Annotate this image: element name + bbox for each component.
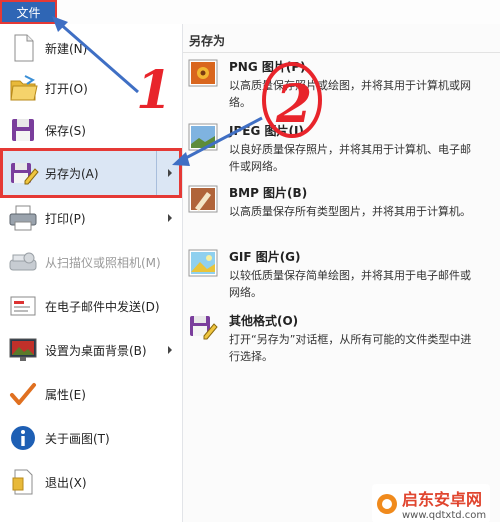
menu-item-properties[interactable]: 属性(E) [0, 372, 182, 416]
menu-item-scanner: 从扫描仪或照相机(M) [0, 240, 182, 284]
menu-item-label: 另存为(A) [45, 166, 99, 181]
submenu-item-gif[interactable]: GIF 图片(G) 以较低质量保存简单绘图，并将其用于电子邮件或网络。 [187, 248, 487, 302]
menu-item-label: 在电子邮件中发送(D) [45, 299, 160, 314]
menu-item-label: 从扫描仪或照相机(M) [45, 255, 161, 270]
save-as-submenu: 另存为 PNG 图片(P) 以高质量保存照片或绘图，并将其用于计算机或网络。 J… [183, 24, 500, 522]
menu-item-print[interactable]: 打印(P) [0, 196, 182, 240]
new-document-icon [7, 32, 39, 64]
chevron-right-icon [168, 169, 172, 177]
ribbon-strip [57, 0, 500, 24]
file-tab[interactable]: 文件 [0, 0, 57, 24]
checkmark-icon [7, 378, 39, 410]
png-image-icon [187, 58, 219, 88]
submenu-item-title: 其他格式(O) [229, 314, 299, 328]
menu-item-label: 关于画图(T) [45, 431, 110, 446]
submenu-item-jpeg[interactable]: JPEG 图片(J) 以良好质量保存照片，并将其用于计算机、电子邮件或网络。 [187, 122, 487, 176]
submenu-item-title: BMP 图片(B) [229, 186, 308, 200]
save-as-icon [7, 157, 39, 189]
gif-image-icon [187, 248, 219, 278]
watermark-name: 启东安卓网 [402, 490, 483, 509]
watermark: 启东安卓网 www.qdtxtd.com [372, 484, 491, 523]
menu-item-label: 设置为桌面背景(B) [45, 343, 147, 358]
menu-item-desktop-background[interactable]: 设置为桌面背景(B) [0, 328, 182, 372]
other-formats-icon [187, 312, 219, 342]
jpeg-image-icon [187, 122, 219, 152]
printer-icon [7, 202, 39, 234]
menu-item-label: 打开(O) [45, 81, 88, 96]
submenu-item-title: JPEG 图片(J) [229, 124, 304, 138]
exit-icon [7, 466, 39, 498]
file-menu: 新建(N) 打开(O) 保存(S) 另存为(A) 打印(P) 从扫描仪或照相机(… [0, 24, 183, 522]
bmp-image-icon [187, 184, 219, 214]
menu-item-save[interactable]: 保存(S) [0, 108, 182, 152]
menu-item-open[interactable]: 打开(O) [0, 66, 182, 110]
submenu-item-desc: 以较低质量保存简单绘图，并将其用于电子邮件或网络。 [229, 269, 471, 299]
menu-item-label: 保存(S) [45, 123, 86, 138]
submenu-item-bmp[interactable]: BMP 图片(B) 以高质量保存所有类型图片，并将其用于计算机。 [187, 184, 487, 238]
scanner-icon [7, 246, 39, 278]
submenu-title: 另存为 [189, 34, 226, 48]
menu-item-label: 属性(E) [45, 387, 86, 402]
divider [183, 52, 500, 53]
chevron-right-icon [168, 346, 172, 354]
submenu-item-desc: 打开“另存为”对话框，从所有可能的文件类型中进行选择。 [229, 333, 472, 363]
submenu-item-title: PNG 图片(P) [229, 60, 306, 74]
menu-item-label: 退出(X) [45, 475, 87, 490]
menu-item-label: 打印(P) [45, 211, 86, 226]
submenu-item-png[interactable]: PNG 图片(P) 以高质量保存照片或绘图，并将其用于计算机或网络。 [187, 58, 487, 112]
submenu-item-desc: 以高质量保存照片或绘图，并将其用于计算机或网络。 [229, 79, 471, 109]
submenu-item-desc: 以良好质量保存照片，并将其用于计算机、电子邮件或网络。 [229, 143, 471, 173]
submenu-item-title: GIF 图片(G) [229, 250, 301, 264]
save-icon [7, 114, 39, 146]
watermark-url: www.qdtxtd.com [402, 510, 487, 521]
file-tab-label: 文件 [16, 5, 41, 20]
menu-item-exit[interactable]: 退出(X) [0, 460, 182, 504]
info-icon [7, 422, 39, 454]
menu-item-label: 新建(N) [45, 41, 88, 56]
submenu-item-other-formats[interactable]: 其他格式(O) 打开“另存为”对话框，从所有可能的文件类型中进行选择。 [187, 312, 487, 366]
menu-item-about[interactable]: 关于画图(T) [0, 416, 182, 460]
open-folder-icon [7, 72, 39, 104]
submenu-item-desc: 以高质量保存所有类型图片，并将其用于计算机。 [229, 205, 471, 218]
menu-item-new[interactable]: 新建(N) [0, 26, 182, 70]
chevron-right-icon [168, 214, 172, 222]
desktop-background-icon [7, 334, 39, 366]
menu-item-email[interactable]: 在电子邮件中发送(D) [0, 284, 182, 328]
watermark-logo-icon [377, 493, 397, 514]
menu-item-save-as[interactable]: 另存为(A) [0, 148, 182, 198]
email-icon [7, 290, 39, 322]
